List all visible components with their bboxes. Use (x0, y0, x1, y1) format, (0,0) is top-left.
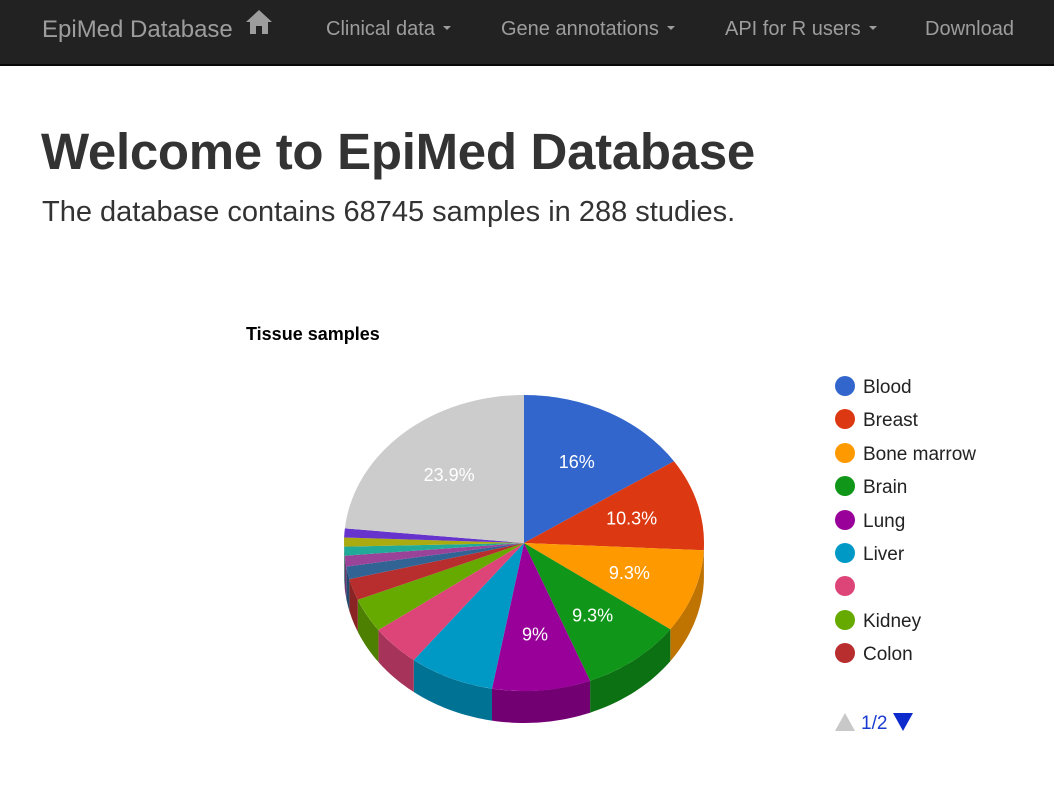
legend-pager: 1/2 (835, 712, 914, 735)
legend-item[interactable]: Breast (835, 409, 1045, 442)
pie-slice-label: 9.3% (572, 605, 613, 625)
pie-slice-label: 10.3% (606, 509, 657, 529)
pie-slice-label: 16% (559, 452, 595, 472)
legend-item[interactable]: Bone marrow (835, 442, 1045, 476)
legend-label: Blood (863, 377, 912, 398)
pie-slice-label: 9.3% (609, 563, 650, 583)
legend-label: Colon (863, 644, 913, 666)
pie-slice-label: 9% (522, 624, 548, 644)
legend-swatch (835, 409, 855, 430)
pie-slice-label: 23.9% (424, 465, 475, 485)
legend-prev-page-icon[interactable] (835, 712, 855, 731)
legend-label: Breast (863, 410, 918, 432)
pie-slices (344, 395, 705, 691)
legend-swatch (835, 476, 855, 497)
legend-item[interactable] (835, 576, 1045, 609)
legend-next-page-icon[interactable] (893, 712, 914, 731)
legend-swatch (835, 375, 855, 396)
legend-label: Brain (863, 477, 908, 499)
legend-page-indicator: 1/2 (861, 713, 888, 734)
legend-item[interactable]: Liver (835, 542, 1045, 576)
legend-swatch (835, 643, 855, 664)
legend-item[interactable]: Brain (835, 476, 1045, 509)
legend-item[interactable]: Colon (835, 643, 1045, 676)
legend-label: Lung (863, 510, 906, 532)
chart-legend: Blood Breast Bone marrow Brain Lung Liver Kidn… (835, 375, 1045, 677)
legend-swatch (835, 442, 855, 463)
legend-swatch (835, 509, 855, 530)
legend-label: Kidney (863, 610, 922, 632)
legend-item[interactable]: Blood (835, 375, 1045, 409)
legend-swatch (835, 542, 855, 563)
legend-swatch (835, 576, 855, 597)
legend-item[interactable]: Lung (835, 509, 1045, 543)
legend-label: Liver (863, 543, 905, 565)
legend-swatch (835, 609, 855, 630)
legend-label: Bone marrow (863, 443, 976, 465)
legend-item[interactable]: Kidney (835, 609, 1045, 643)
